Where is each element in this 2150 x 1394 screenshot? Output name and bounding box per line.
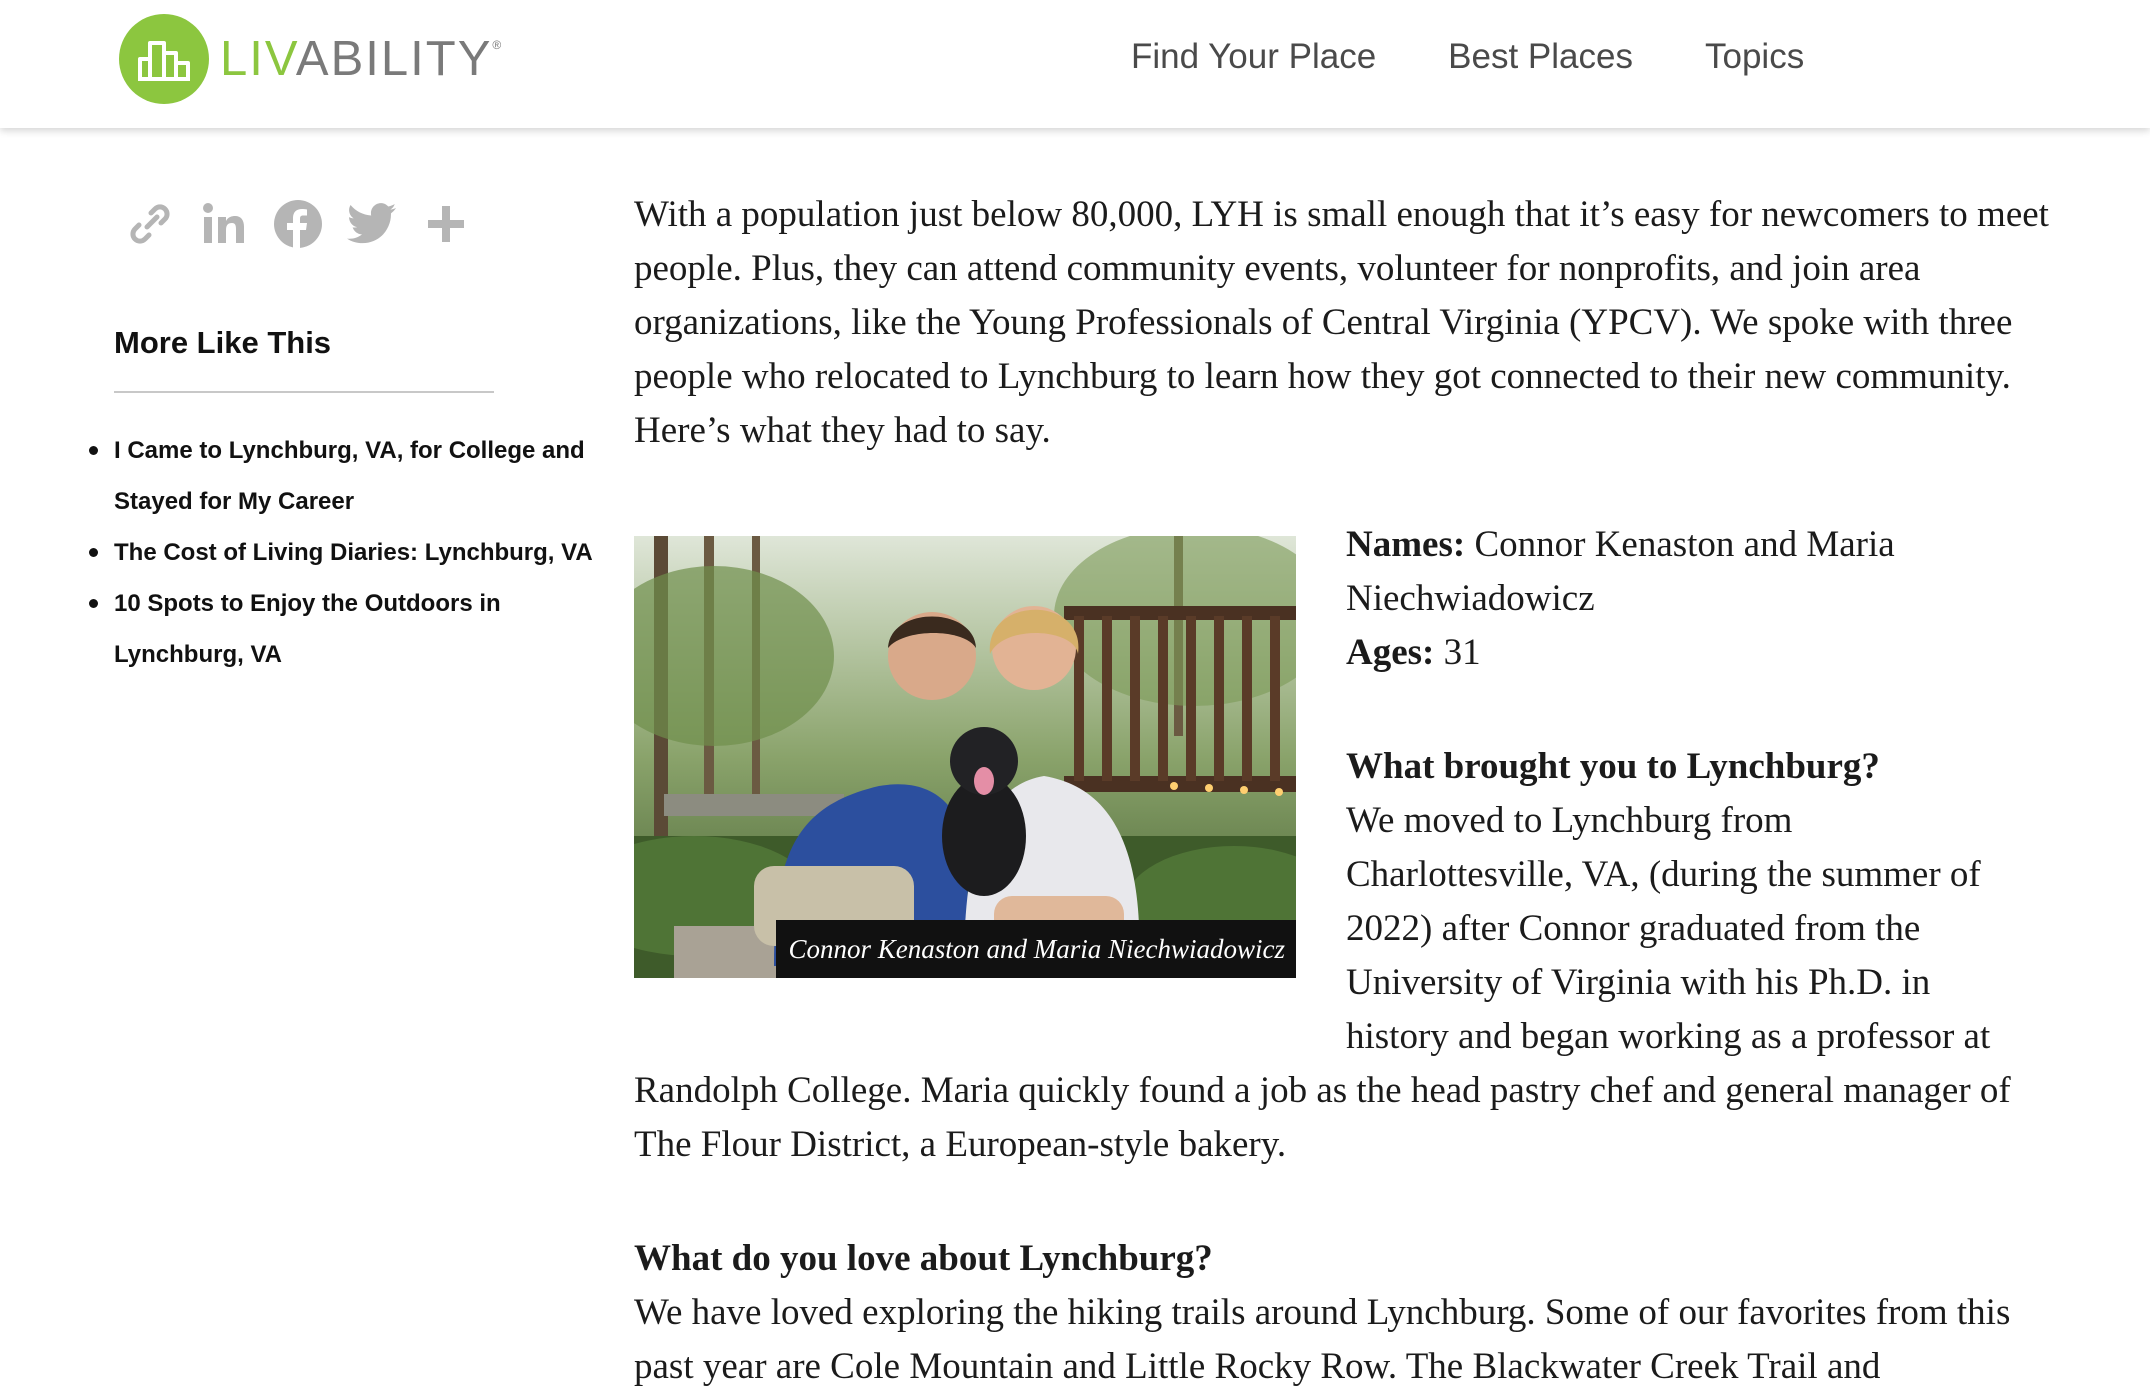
- couple-photo: Connor Kenaston and Maria Niechwiadowicz: [634, 536, 1296, 978]
- photo-caption: Connor Kenaston and Maria Niechwiadowicz: [776, 920, 1296, 978]
- facebook-icon[interactable]: [272, 198, 324, 250]
- answer-text-line: Charlottesville, VA, (during the summer …: [1346, 854, 1981, 895]
- related-article-link[interactable]: 10 Spots to Enjoy the Outdoors in Lynchb…: [114, 590, 544, 668]
- plus-icon[interactable]: [420, 198, 472, 250]
- section-divider: [114, 391, 494, 393]
- answer-text-line: The Flour District, a European-style bak…: [634, 1124, 1287, 1165]
- city-buildings-icon: [119, 14, 209, 104]
- question-heading: What brought you to Lynchburg?: [1346, 746, 1880, 787]
- main-navigation: Find Your Place Best Places Topics: [1131, 34, 1804, 80]
- article-intro-paragraph: With a population just below 80,000, LYH…: [634, 194, 2049, 451]
- twitter-icon[interactable]: [346, 198, 398, 250]
- related-articles-list: I Came to Lynchburg, VA, for College and…: [89, 425, 614, 680]
- answer-text-line: University of Virginia with his Ph.D. in: [1346, 962, 1931, 1003]
- names-line-continued: Niechwiadowicz: [1346, 578, 1595, 619]
- names-label: Names:: [1346, 524, 1466, 565]
- names-value-part: Connor Kenaston and Maria: [1474, 524, 1895, 565]
- answer-paragraph: We have loved exploring the hiking trail…: [634, 1292, 2011, 1387]
- nav-topics[interactable]: Topics: [1705, 34, 1804, 80]
- related-article-item: 10 Spots to Enjoy the Outdoors in Lynchb…: [89, 578, 614, 680]
- question-heading: What do you love about Lynchburg?: [634, 1238, 1213, 1279]
- profile-details: Names: Connor Kenaston and Maria Niechwi…: [1346, 518, 2086, 680]
- link-icon[interactable]: [124, 198, 176, 250]
- answer-text-line: We moved to Lynchburg from: [1346, 800, 1793, 841]
- related-article-link[interactable]: I Came to Lynchburg, VA, for College and…: [114, 437, 604, 515]
- related-article-link[interactable]: The Cost of Living Diaries: Lynchburg, V…: [114, 539, 593, 566]
- livability-logo[interactable]: LIVABILITY®: [119, 14, 503, 104]
- related-article-item: I Came to Lynchburg, VA, for College and…: [89, 425, 614, 527]
- ages-value: 31: [1443, 632, 1481, 673]
- share-bar: [124, 198, 472, 250]
- logo-wordmark: LIVABILITY®: [220, 31, 504, 86]
- ages-label: Ages:: [1346, 632, 1435, 673]
- answer-text-line: 2022) after Connor graduated from the: [1346, 908, 1921, 949]
- names-line: Names: Connor Kenaston and Maria: [1346, 518, 2086, 572]
- nav-find-your-place[interactable]: Find Your Place: [1131, 34, 1376, 80]
- answer-text-line: Randolph College. Maria quickly found a …: [634, 1070, 2011, 1111]
- site-header: LIVABILITY® Find Your Place Best Places …: [0, 0, 2150, 128]
- more-like-this-section: More Like This: [114, 320, 494, 393]
- related-article-item: The Cost of Living Diaries: Lynchburg, V…: [89, 527, 614, 578]
- ages-line: Ages: 31: [1346, 626, 2086, 680]
- linkedin-icon[interactable]: [198, 198, 250, 250]
- photo-illustration: [634, 536, 1296, 978]
- nav-best-places[interactable]: Best Places: [1448, 34, 1633, 80]
- answer-text-line: history and began working as a professor…: [1346, 1016, 1991, 1057]
- more-like-this-heading: More Like This: [114, 325, 332, 360]
